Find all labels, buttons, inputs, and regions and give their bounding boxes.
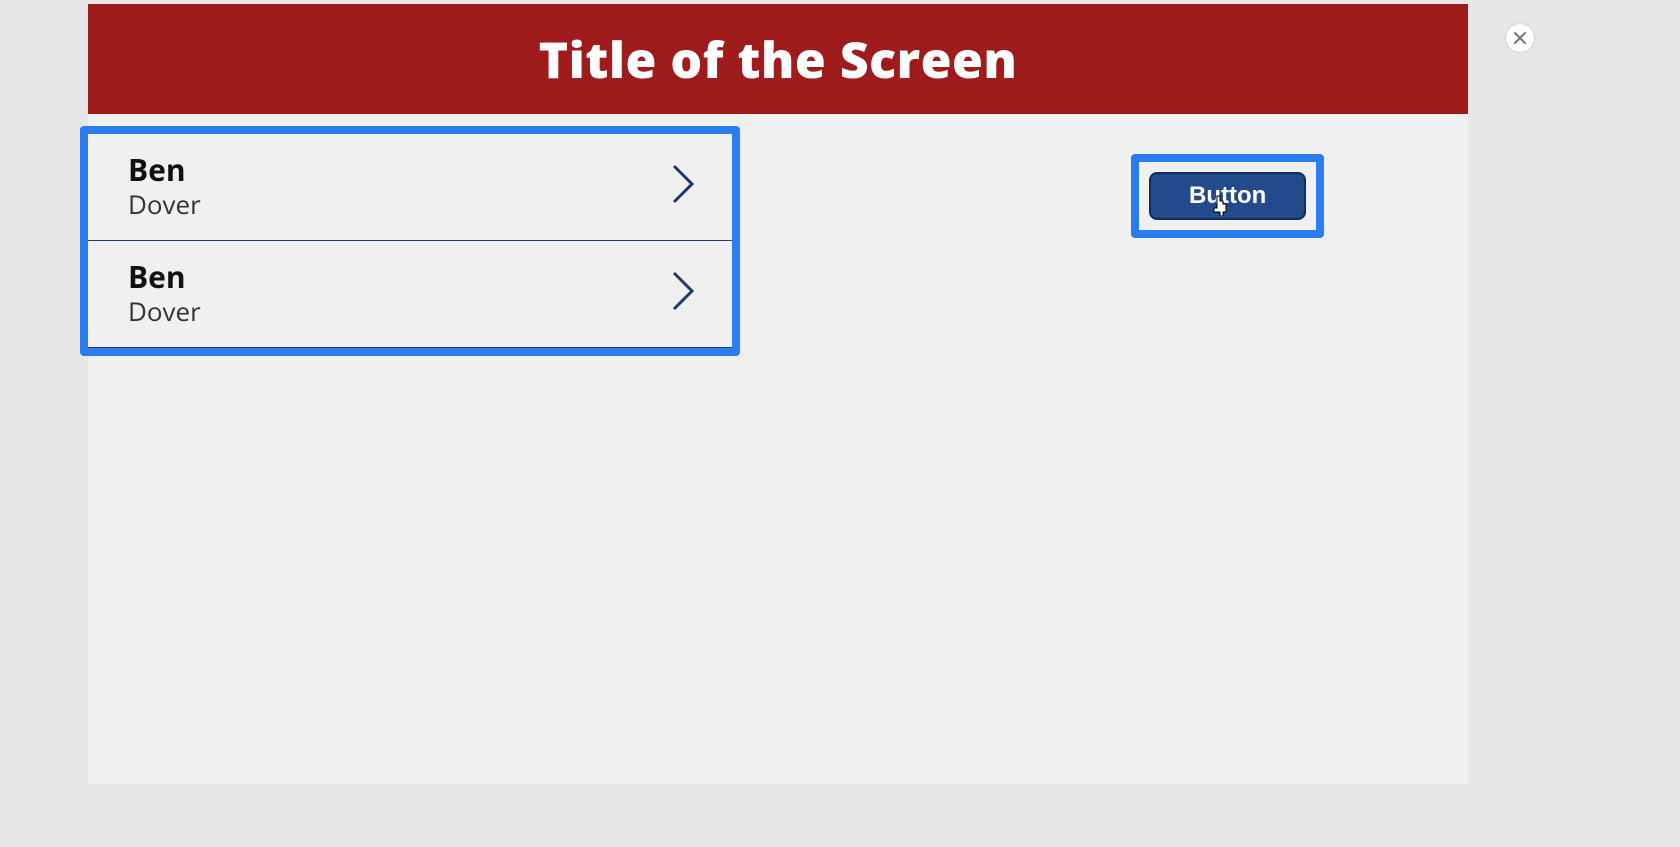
close-icon — [1513, 31, 1527, 45]
list-highlight-frame: Ben Dover Ben Dover — [80, 126, 740, 356]
chevron-right-icon — [670, 162, 698, 211]
close-button[interactable] — [1506, 24, 1534, 52]
list-item-secondary: Dover — [128, 295, 201, 329]
screen-container: Title of the Screen Ben Dover Ben Dover — [88, 4, 1468, 784]
button-highlight-frame: Button — [1131, 154, 1324, 238]
screen-title: Title of the Screen — [539, 25, 1018, 93]
primary-button[interactable]: Button — [1149, 172, 1306, 220]
list-item-text: Ben Dover — [128, 152, 201, 222]
screen-header: Title of the Screen — [88, 4, 1468, 114]
list-item-primary: Ben — [128, 152, 201, 188]
list-item[interactable]: Ben Dover — [88, 134, 732, 241]
screen-content: Ben Dover Ben Dover Button — [88, 114, 1468, 784]
primary-button-label: Button — [1189, 182, 1266, 209]
list-item[interactable]: Ben Dover — [88, 241, 732, 348]
list-item-text: Ben Dover — [128, 259, 201, 329]
list-item-secondary: Dover — [128, 188, 201, 222]
list-item-primary: Ben — [128, 259, 201, 295]
chevron-right-icon — [670, 269, 698, 318]
